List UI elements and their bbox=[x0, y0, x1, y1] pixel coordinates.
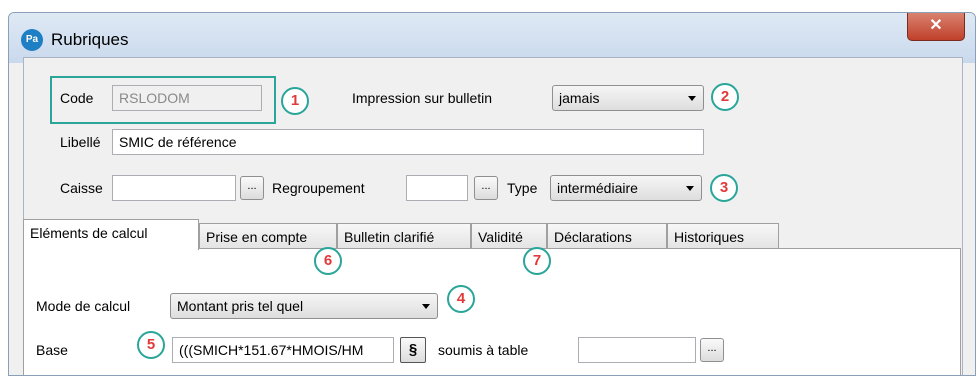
mode-calcul-label: Mode de calcul bbox=[36, 298, 131, 314]
type-select[interactable]: intermédiaire bbox=[550, 175, 702, 201]
formula-section-button[interactable]: § bbox=[400, 337, 426, 363]
annotation-badge-7: 7 bbox=[523, 247, 551, 275]
type-label: Type bbox=[507, 180, 538, 196]
tab-prise-en-compte[interactable]: Prise en compte bbox=[199, 223, 337, 249]
soumis-a-table-label: soumis à table bbox=[438, 342, 529, 358]
tab-declarations[interactable]: Déclarations bbox=[547, 223, 667, 249]
annotation-badge-4: 4 bbox=[447, 285, 475, 313]
close-button[interactable]: ✕ bbox=[907, 13, 965, 41]
annotation-badge-6: 6 bbox=[314, 247, 342, 275]
impression-label: Impression sur bulletin bbox=[352, 90, 493, 106]
tab-historiques[interactable]: Historiques bbox=[667, 223, 779, 249]
tab-elements-de-calcul[interactable]: Eléments de calcul bbox=[23, 219, 199, 250]
mode-calcul-value: Montant pris tel quel bbox=[177, 298, 304, 314]
annotation-badge-3: 3 bbox=[710, 174, 738, 202]
title-bar: Pa Rubriques ✕ bbox=[9, 13, 975, 63]
libelle-field[interactable]: SMIC de référence bbox=[112, 129, 704, 155]
chevron-down-icon bbox=[422, 304, 430, 309]
base-field[interactable]: (((SMICH*151.67*HMOIS/HM bbox=[172, 337, 394, 363]
type-value: intermédiaire bbox=[557, 180, 638, 196]
window-title: Rubriques bbox=[51, 30, 129, 49]
mode-calcul-select[interactable]: Montant pris tel quel bbox=[170, 293, 438, 319]
caisse-label: Caisse bbox=[60, 180, 103, 196]
tab-panel-elements-de-calcul: Mode de calcul Montant pris tel quel Bas… bbox=[23, 248, 961, 375]
code-label: Code bbox=[60, 90, 94, 106]
annotation-badge-1: 1 bbox=[281, 87, 309, 115]
tab-bulletin-clarifie[interactable]: Bulletin clarifié bbox=[337, 223, 471, 249]
regroupement-field[interactable] bbox=[406, 175, 468, 201]
annotation-badge-2: 2 bbox=[711, 83, 739, 111]
code-field: RSLODOM bbox=[112, 85, 262, 111]
annotation-badge-5: 5 bbox=[137, 331, 165, 359]
regroupement-label: Regroupement bbox=[272, 180, 365, 196]
soumis-a-table-field[interactable] bbox=[578, 337, 696, 363]
close-icon: ✕ bbox=[929, 17, 943, 34]
chevron-down-icon bbox=[688, 96, 696, 101]
tab-validite[interactable]: Validité bbox=[471, 223, 547, 249]
app-logo-icon: Pa bbox=[21, 29, 43, 51]
rubriques-window: Pa Rubriques ✕ Code RSLODOM 1 Impression… bbox=[8, 12, 976, 376]
caisse-field[interactable] bbox=[112, 175, 236, 201]
chevron-down-icon bbox=[686, 186, 694, 191]
impression-value: jamais bbox=[559, 90, 600, 106]
caisse-browse-button[interactable]: ... bbox=[240, 176, 264, 200]
libelle-label: Libellé bbox=[60, 134, 101, 150]
impression-select[interactable]: jamais bbox=[552, 85, 704, 111]
regroupement-browse-button[interactable]: ... bbox=[474, 176, 498, 200]
soumis-a-table-browse-button[interactable]: ... bbox=[700, 338, 724, 362]
base-label: Base bbox=[36, 342, 68, 358]
